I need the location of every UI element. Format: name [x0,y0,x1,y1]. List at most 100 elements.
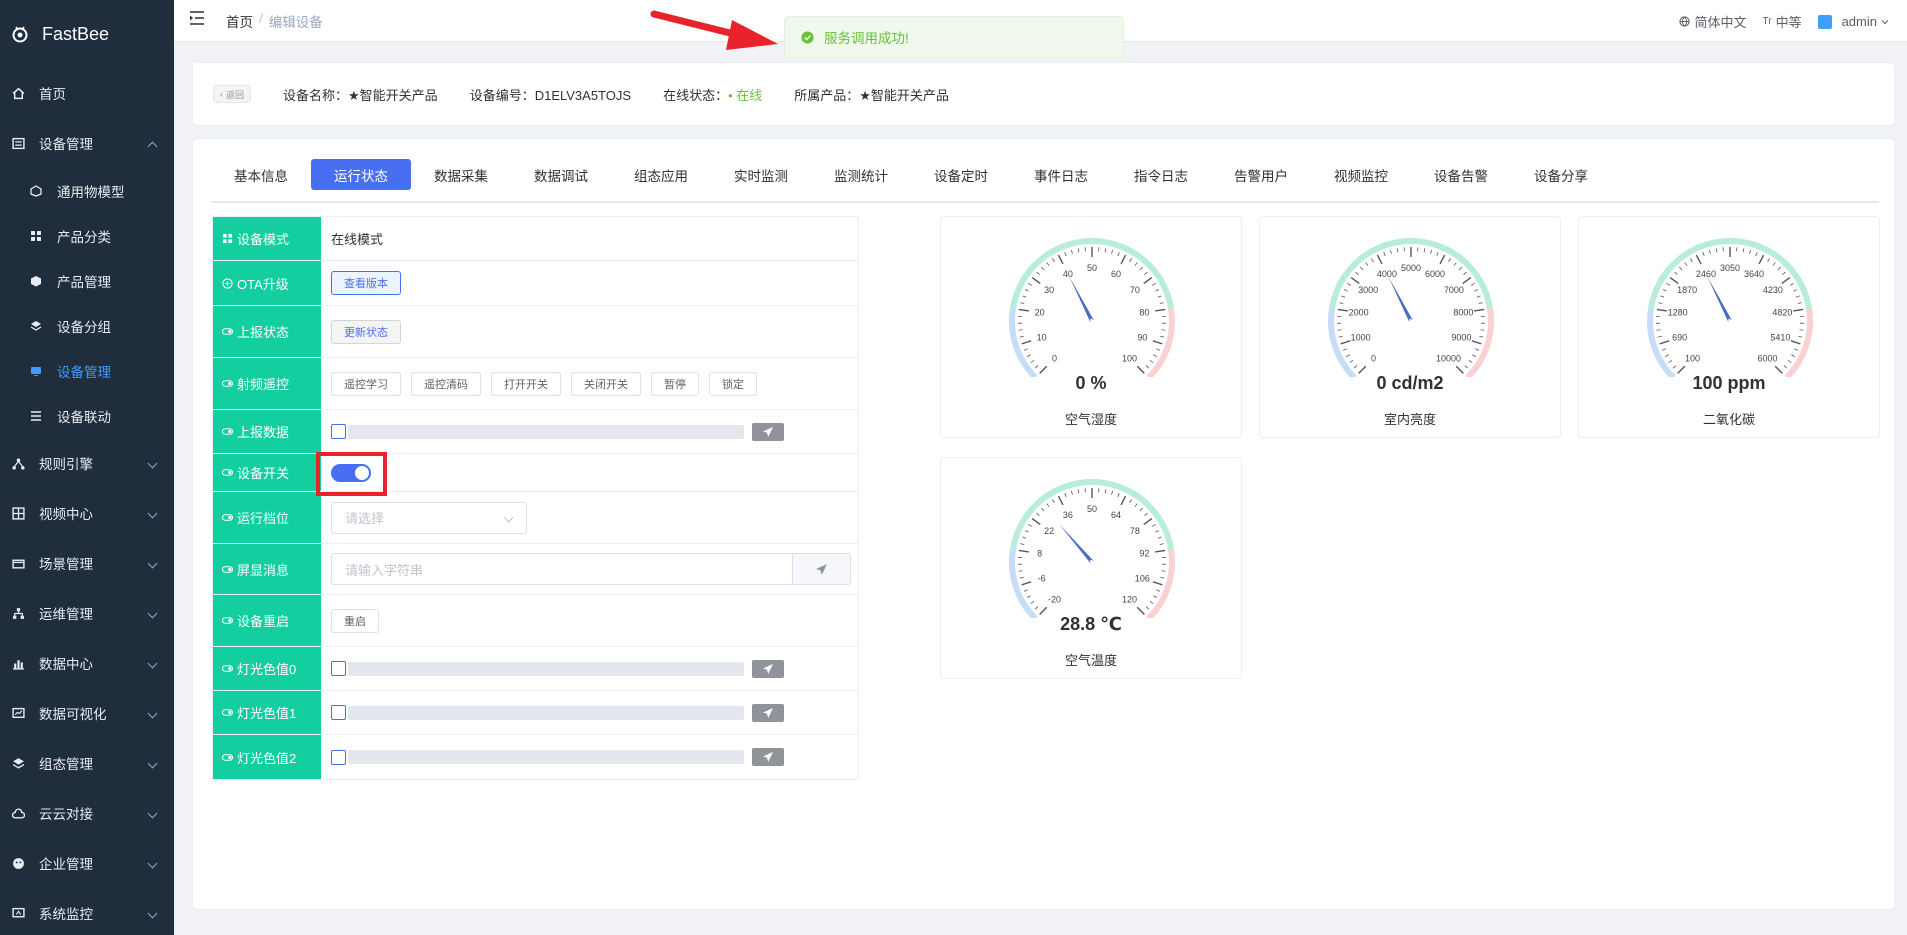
sidebar-item-thing-model[interactable]: 通用物模型 [0,168,174,213]
chevron-down-icon [147,658,158,669]
sidebar-item-device-list[interactable]: 设备管理 [0,348,174,393]
slider-track[interactable] [348,705,744,720]
rf-button-0[interactable]: 遥控学习 [331,371,401,396]
sidebar-item-product-category[interactable]: 产品分类 [0,213,174,258]
font-size-switcher[interactable]: Tr 中等 [1762,12,1801,31]
sidebar-item-data-center[interactable]: 数据中心 [0,638,174,688]
chevron-down-icon [147,808,158,819]
send-button[interactable] [752,422,784,441]
toggle-icon [222,753,233,761]
tab-3[interactable]: 数据调试 [511,159,611,190]
red-arrow-annotation [650,10,778,50]
sidebar-item-system-monitor[interactable]: 系统监控 [0,888,174,935]
status-value: 在线 [736,87,763,103]
monitor-icon [31,366,41,376]
row-label: 灯光色值0 [213,647,321,690]
gear-select[interactable]: 请选择 [331,501,527,534]
tab-9[interactable]: 指令日志 [1111,159,1211,190]
slider-handle[interactable] [331,749,346,765]
chevron-down-icon [147,858,158,869]
light-color-2-slider [331,748,784,766]
slider-handle[interactable] [331,424,346,439]
tab-0[interactable]: 基本信息 [211,159,311,190]
gauge-tick [1028,282,1032,286]
sidebar-item-device-management[interactable]: 设备管理 [0,118,174,168]
rf-button-3[interactable]: 关闭开关 [571,371,641,396]
gauge-tick [1030,360,1035,363]
box-icon [31,275,41,286]
slider-track[interactable] [348,661,744,676]
gauge-needle [1707,276,1732,322]
device-product: 所属产品：★智能开关产品 [794,85,949,104]
sidebar-item-scene-management[interactable]: 场景管理 [0,538,174,588]
slider-track[interactable] [348,750,744,764]
row-light-color-0: 灯光色值0 [213,647,858,691]
tab-4[interactable]: 组态应用 [611,159,711,190]
gauge-tick [1144,271,1148,276]
slider-handle[interactable] [331,705,346,720]
tab-5[interactable]: 实时监测 [711,159,811,190]
send-button[interactable] [752,659,784,678]
tab-2[interactable]: 数据采集 [411,159,511,190]
gauge-tick [1337,329,1342,331]
tab-6[interactable]: 监测统计 [811,159,911,190]
slider-track[interactable] [348,424,744,439]
gauge-tick [1111,490,1114,495]
language-switcher[interactable]: 简体中文 [1679,12,1746,31]
sidebar-item-data-visualization[interactable]: 数据可视化 [0,688,174,738]
success-check-icon [801,30,814,44]
gauge-tick [1155,289,1160,292]
gauge-tick [1365,262,1369,266]
sidebar-item-home[interactable]: 首页 [0,68,174,118]
tab-10[interactable]: 告警用户 [1211,159,1311,190]
gauge-tick [1018,329,1023,331]
screen-message-send-button[interactable] [793,553,851,585]
rf-button-4[interactable]: 暂停 [651,371,699,396]
sidebar-item-rule-engine[interactable]: 规则引擎 [0,438,174,488]
sidebar-item-ops-management[interactable]: 运维管理 [0,588,174,638]
sidebar-item-video-center[interactable]: 视频中心 [0,488,174,538]
slider-handle[interactable] [331,661,346,676]
sidebar-item-device-group[interactable]: 设备分组 [0,303,174,348]
back-button[interactable]: ‹ 返回 [213,85,252,103]
sidebar-item-label: 视频中心 [39,507,93,522]
hamburger-icon[interactable] [190,11,206,25]
gauge-tick [1143,276,1153,284]
send-button[interactable] [752,703,784,722]
gauge-tick [1799,329,1804,331]
gauge-tick-label: 70 [1130,285,1140,295]
app-logo[interactable]: FastBee [0,0,174,68]
rf-button-1[interactable]: 遥控清码 [411,371,481,396]
device-serial-label: 设备编号： [469,87,535,103]
sidebar-item-enterprise[interactable]: 企业管理 [0,838,174,888]
gauge-tick [1659,340,1670,345]
tab-8[interactable]: 事件日志 [1011,159,1111,190]
gauge-tick [1041,266,1045,271]
rf-button-5[interactable]: 锁定 [709,371,757,396]
scene-icon [12,559,25,569]
sidebar-item-device-linkage[interactable]: 设备联动 [0,393,174,438]
sidebar-item-configuration[interactable]: 组态管理 [0,738,174,788]
screen-message-input[interactable]: 请输入字符串 [331,553,793,585]
layers-icon [12,757,25,769]
gauge-tick-label: 50 [1087,504,1097,514]
gauge-tick [1030,601,1035,604]
sidebar-item-cloud-docking[interactable]: 云云对接 [0,788,174,838]
gauge-value: 0 cd/m2 [1376,373,1444,393]
gauge-tick [1476,295,1481,298]
tab-7[interactable]: 设备定时 [911,159,1011,190]
tab-1[interactable]: 运行状态 [311,159,411,190]
tab-12[interactable]: 设备告警 [1411,159,1511,190]
tab-13[interactable]: 设备分享 [1511,159,1611,190]
restart-button[interactable]: 重启 [331,608,379,633]
sidebar-item-product-management[interactable]: 产品管理 [0,258,174,303]
tab-11[interactable]: 视频监控 [1311,159,1411,190]
user-menu[interactable]: admin [1817,14,1889,29]
gauge-tick [1018,308,1029,312]
send-button[interactable] [752,748,784,766]
breadcrumb-home[interactable]: 首页 [226,11,253,31]
update-status-button[interactable]: 更新状态 [331,319,401,344]
view-version-button[interactable]: 查看版本 [331,271,401,295]
rf-button-2[interactable]: 打开开关 [491,371,561,396]
device-info-card: ‹ 返回 设备名称：★智能开关产品 设备编号：D1ELV3A5TOJS 在线状态… [192,62,1895,126]
